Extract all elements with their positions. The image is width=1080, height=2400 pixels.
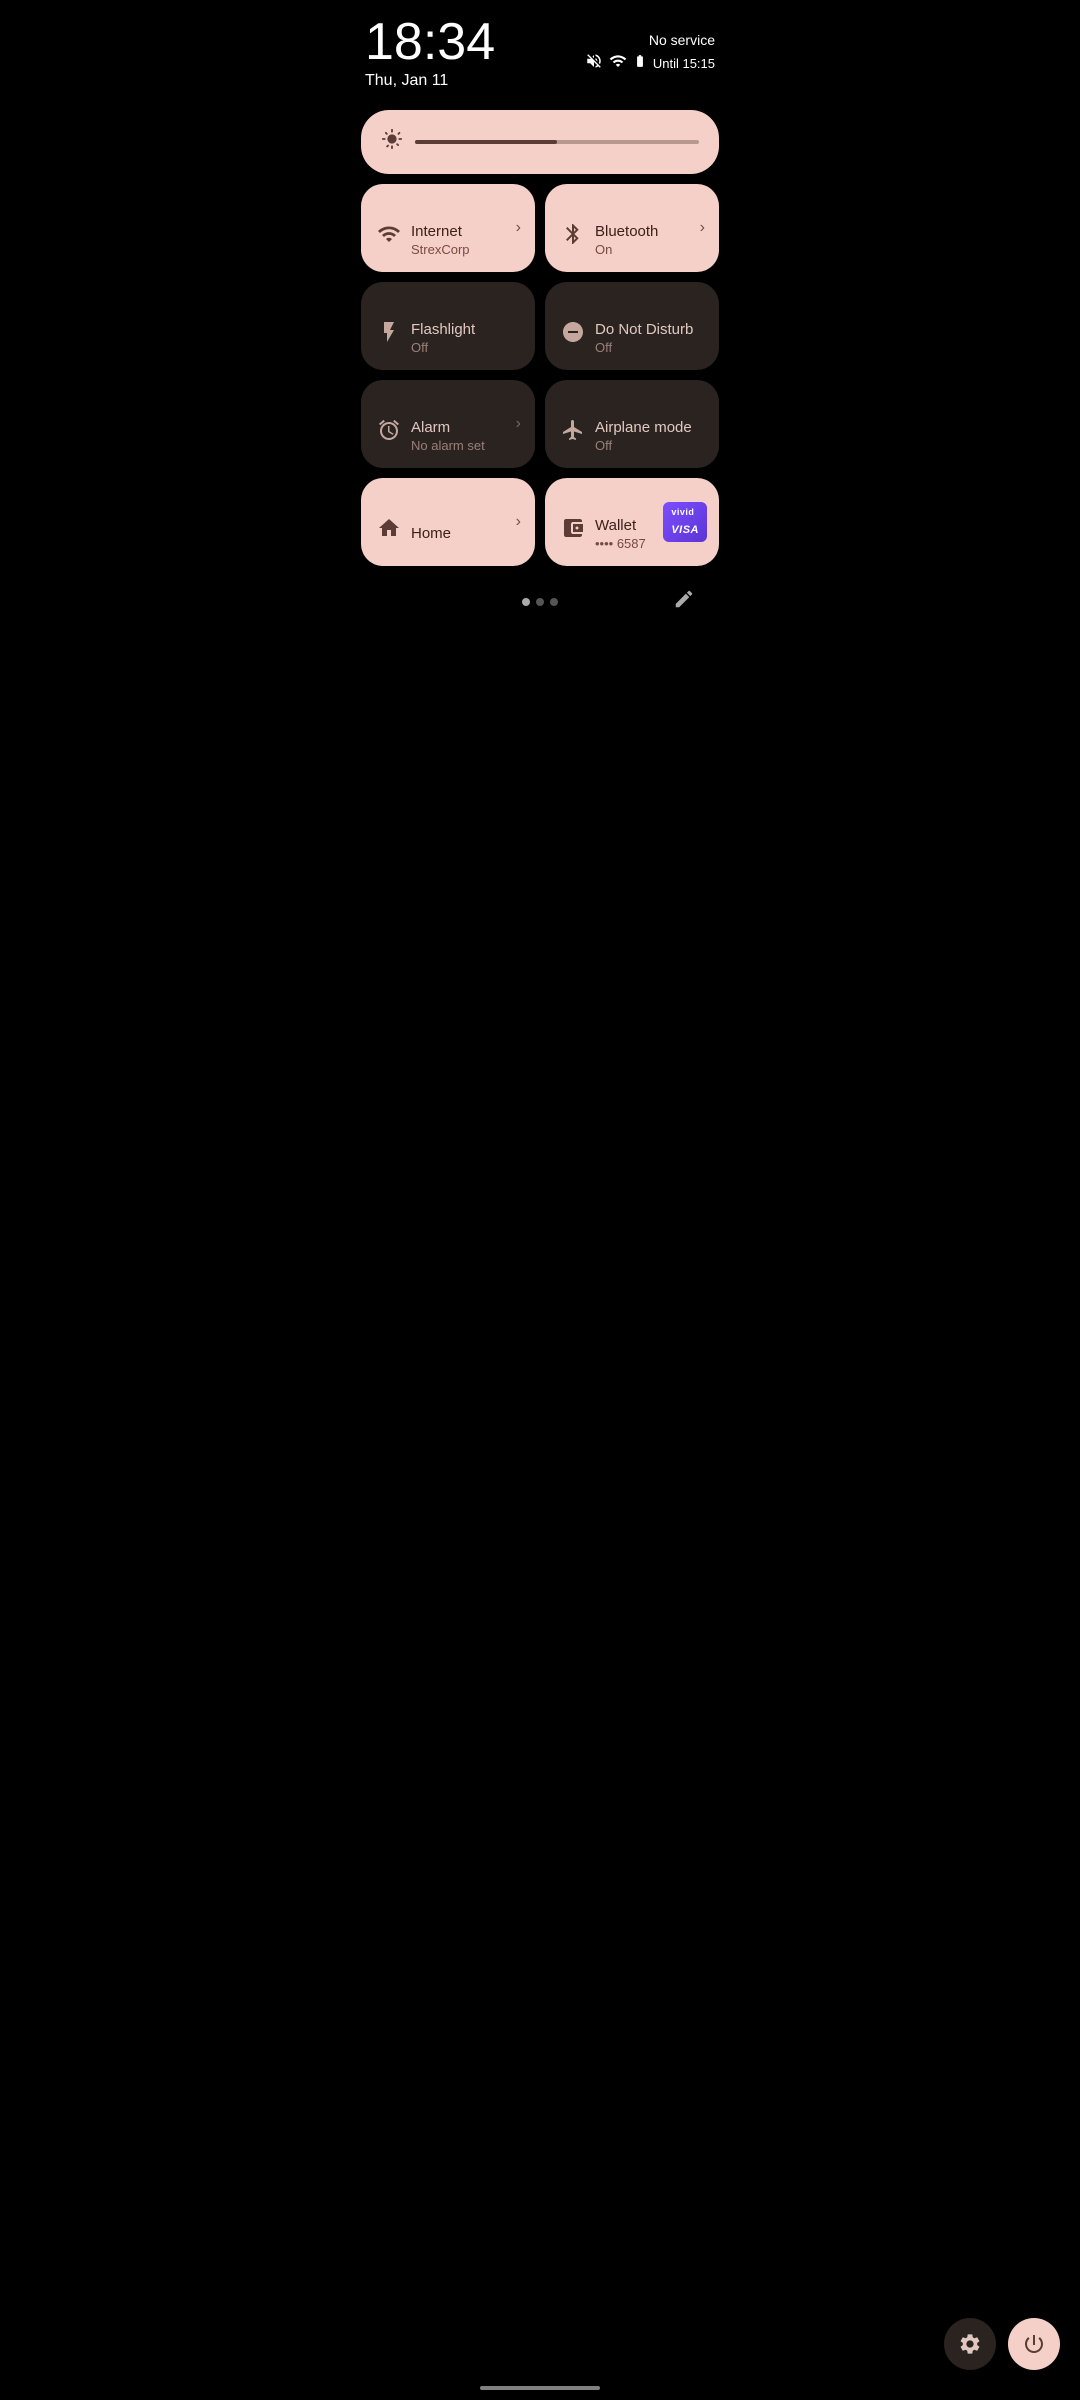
airplane-tile-title: Airplane mode bbox=[595, 419, 703, 437]
dot-2 bbox=[536, 598, 544, 606]
airplane-tile[interactable]: Airplane mode Off bbox=[545, 380, 719, 468]
dot-1 bbox=[522, 598, 530, 606]
no-service-text: No service bbox=[649, 32, 715, 48]
flashlight-tile-title: Flashlight bbox=[411, 321, 519, 339]
alarm-tile-icon bbox=[377, 418, 401, 448]
dnd-tile-subtitle: Off bbox=[595, 340, 703, 355]
wallet-tile[interactable]: Wallet •••• 6587 vivid VISA bbox=[545, 478, 719, 566]
wallet-card-label: vivid bbox=[671, 506, 694, 519]
wallet-card-network: VISA bbox=[671, 523, 699, 538]
alarm-tile[interactable]: Alarm No alarm set › bbox=[361, 380, 535, 468]
internet-tile-title: Internet bbox=[411, 223, 519, 241]
nav-bar bbox=[480, 2386, 600, 2390]
bluetooth-tile-arrow: › bbox=[700, 219, 705, 237]
brightness-icon bbox=[381, 128, 403, 156]
internet-tile[interactable]: Internet StrexCorp › bbox=[361, 184, 535, 272]
dnd-tile-icon bbox=[561, 320, 585, 350]
date-display: Thu, Jan 11 bbox=[365, 72, 495, 90]
settings-button[interactable] bbox=[944, 2318, 996, 2370]
home-tile-title: Home bbox=[411, 525, 519, 543]
brightness-slider[interactable] bbox=[415, 140, 699, 144]
internet-tile-arrow: › bbox=[516, 219, 521, 237]
wifi-icon bbox=[609, 52, 627, 75]
wallet-card: vivid VISA bbox=[663, 502, 707, 542]
status-icons: Until 15:15 bbox=[585, 52, 715, 75]
dnd-tile-title: Do Not Disturb bbox=[595, 321, 703, 339]
bluetooth-tile[interactable]: Bluetooth On › bbox=[545, 184, 719, 272]
bluetooth-tile-title: Bluetooth bbox=[595, 223, 703, 241]
home-tile-icon bbox=[377, 516, 401, 546]
quick-settings: Internet StrexCorp › Bluetooth On › bbox=[345, 98, 735, 650]
edit-button[interactable] bbox=[673, 588, 695, 616]
home-tile-arrow: › bbox=[516, 513, 521, 531]
airplane-tile-subtitle: Off bbox=[595, 438, 703, 453]
bluetooth-tile-subtitle: On bbox=[595, 242, 703, 257]
battery-icon bbox=[633, 52, 647, 75]
battery-time: Until 15:15 bbox=[653, 56, 715, 71]
page-indicator-row bbox=[361, 582, 719, 622]
page-dots bbox=[522, 598, 558, 606]
bottom-buttons bbox=[944, 2318, 1060, 2370]
flashlight-tile-subtitle: Off bbox=[411, 340, 519, 355]
time-display: 18:34 bbox=[365, 16, 495, 68]
home-tile[interactable]: Home › bbox=[361, 478, 535, 566]
tiles-grid: Internet StrexCorp › Bluetooth On › bbox=[361, 184, 719, 566]
dot-3 bbox=[550, 598, 558, 606]
alarm-tile-title: Alarm bbox=[411, 419, 519, 437]
wallet-tile-icon bbox=[561, 516, 585, 546]
internet-tile-subtitle: StrexCorp bbox=[411, 242, 519, 257]
alarm-tile-arrow: › bbox=[516, 415, 521, 433]
dnd-tile[interactable]: Do Not Disturb Off bbox=[545, 282, 719, 370]
status-bar: 18:34 Thu, Jan 11 No service bbox=[345, 0, 735, 98]
alarm-tile-subtitle: No alarm set bbox=[411, 438, 519, 453]
wifi-tile-icon bbox=[377, 222, 401, 252]
airplane-tile-icon bbox=[561, 418, 585, 448]
brightness-control[interactable] bbox=[361, 110, 719, 174]
mute-icon bbox=[585, 52, 603, 75]
bluetooth-tile-icon bbox=[561, 222, 585, 252]
flashlight-tile-icon bbox=[377, 320, 401, 350]
flashlight-tile[interactable]: Flashlight Off bbox=[361, 282, 535, 370]
power-button[interactable] bbox=[1008, 2318, 1060, 2370]
